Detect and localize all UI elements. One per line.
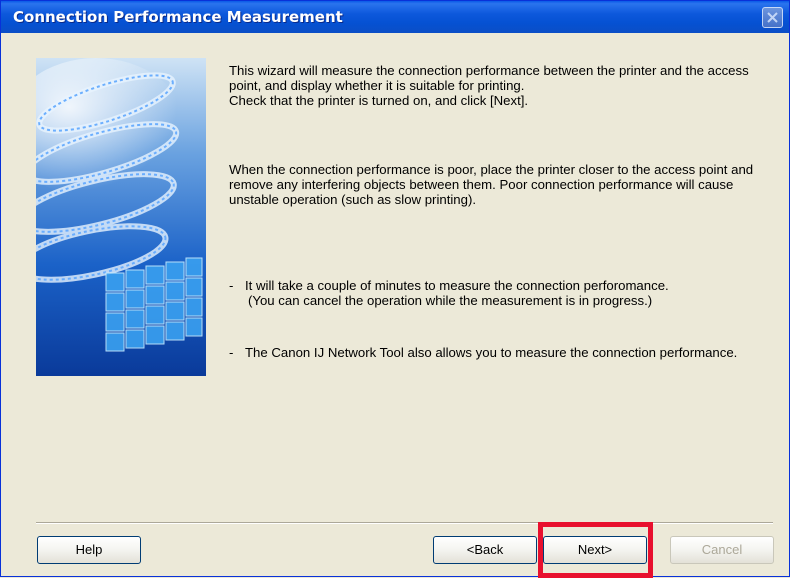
- window-title: Connection Performance Measurement: [13, 8, 343, 26]
- cancel-button[interactable]: Cancel: [670, 536, 774, 564]
- poor-connection-note: When the connection performance is poor,…: [229, 162, 754, 207]
- wizard-window: Connection Performance Measurement This …: [0, 0, 790, 578]
- back-button[interactable]: <Back: [433, 536, 537, 564]
- bullet-dash: -: [229, 278, 234, 293]
- title-bar[interactable]: Connection Performance Measurement: [1, 1, 789, 33]
- bullet-item-duration: - It will take a couple of minutes to me…: [229, 278, 777, 310]
- intro-line-2: Check that the printer is turned on, and…: [229, 93, 529, 108]
- bullet-dash: -: [229, 345, 234, 360]
- next-button-highlight: [538, 522, 653, 578]
- close-button[interactable]: [762, 7, 783, 28]
- bullet-text: It will take a couple of minutes to meas…: [245, 278, 669, 293]
- button-separator: [36, 522, 773, 524]
- bullet-text: The Canon IJ Network Tool also allows yo…: [245, 345, 738, 360]
- wizard-illustration: [36, 58, 206, 376]
- intro-line-1: This wizard will measure the connection …: [229, 63, 749, 93]
- help-button[interactable]: Help: [37, 536, 141, 564]
- intro-text: This wizard will measure the connection …: [229, 63, 777, 108]
- bullet-item-network-tool: - The Canon IJ Network Tool also allows …: [229, 345, 777, 377]
- bullet-text-subline: (You can cancel the operation while the …: [248, 293, 653, 308]
- close-icon: [767, 12, 778, 23]
